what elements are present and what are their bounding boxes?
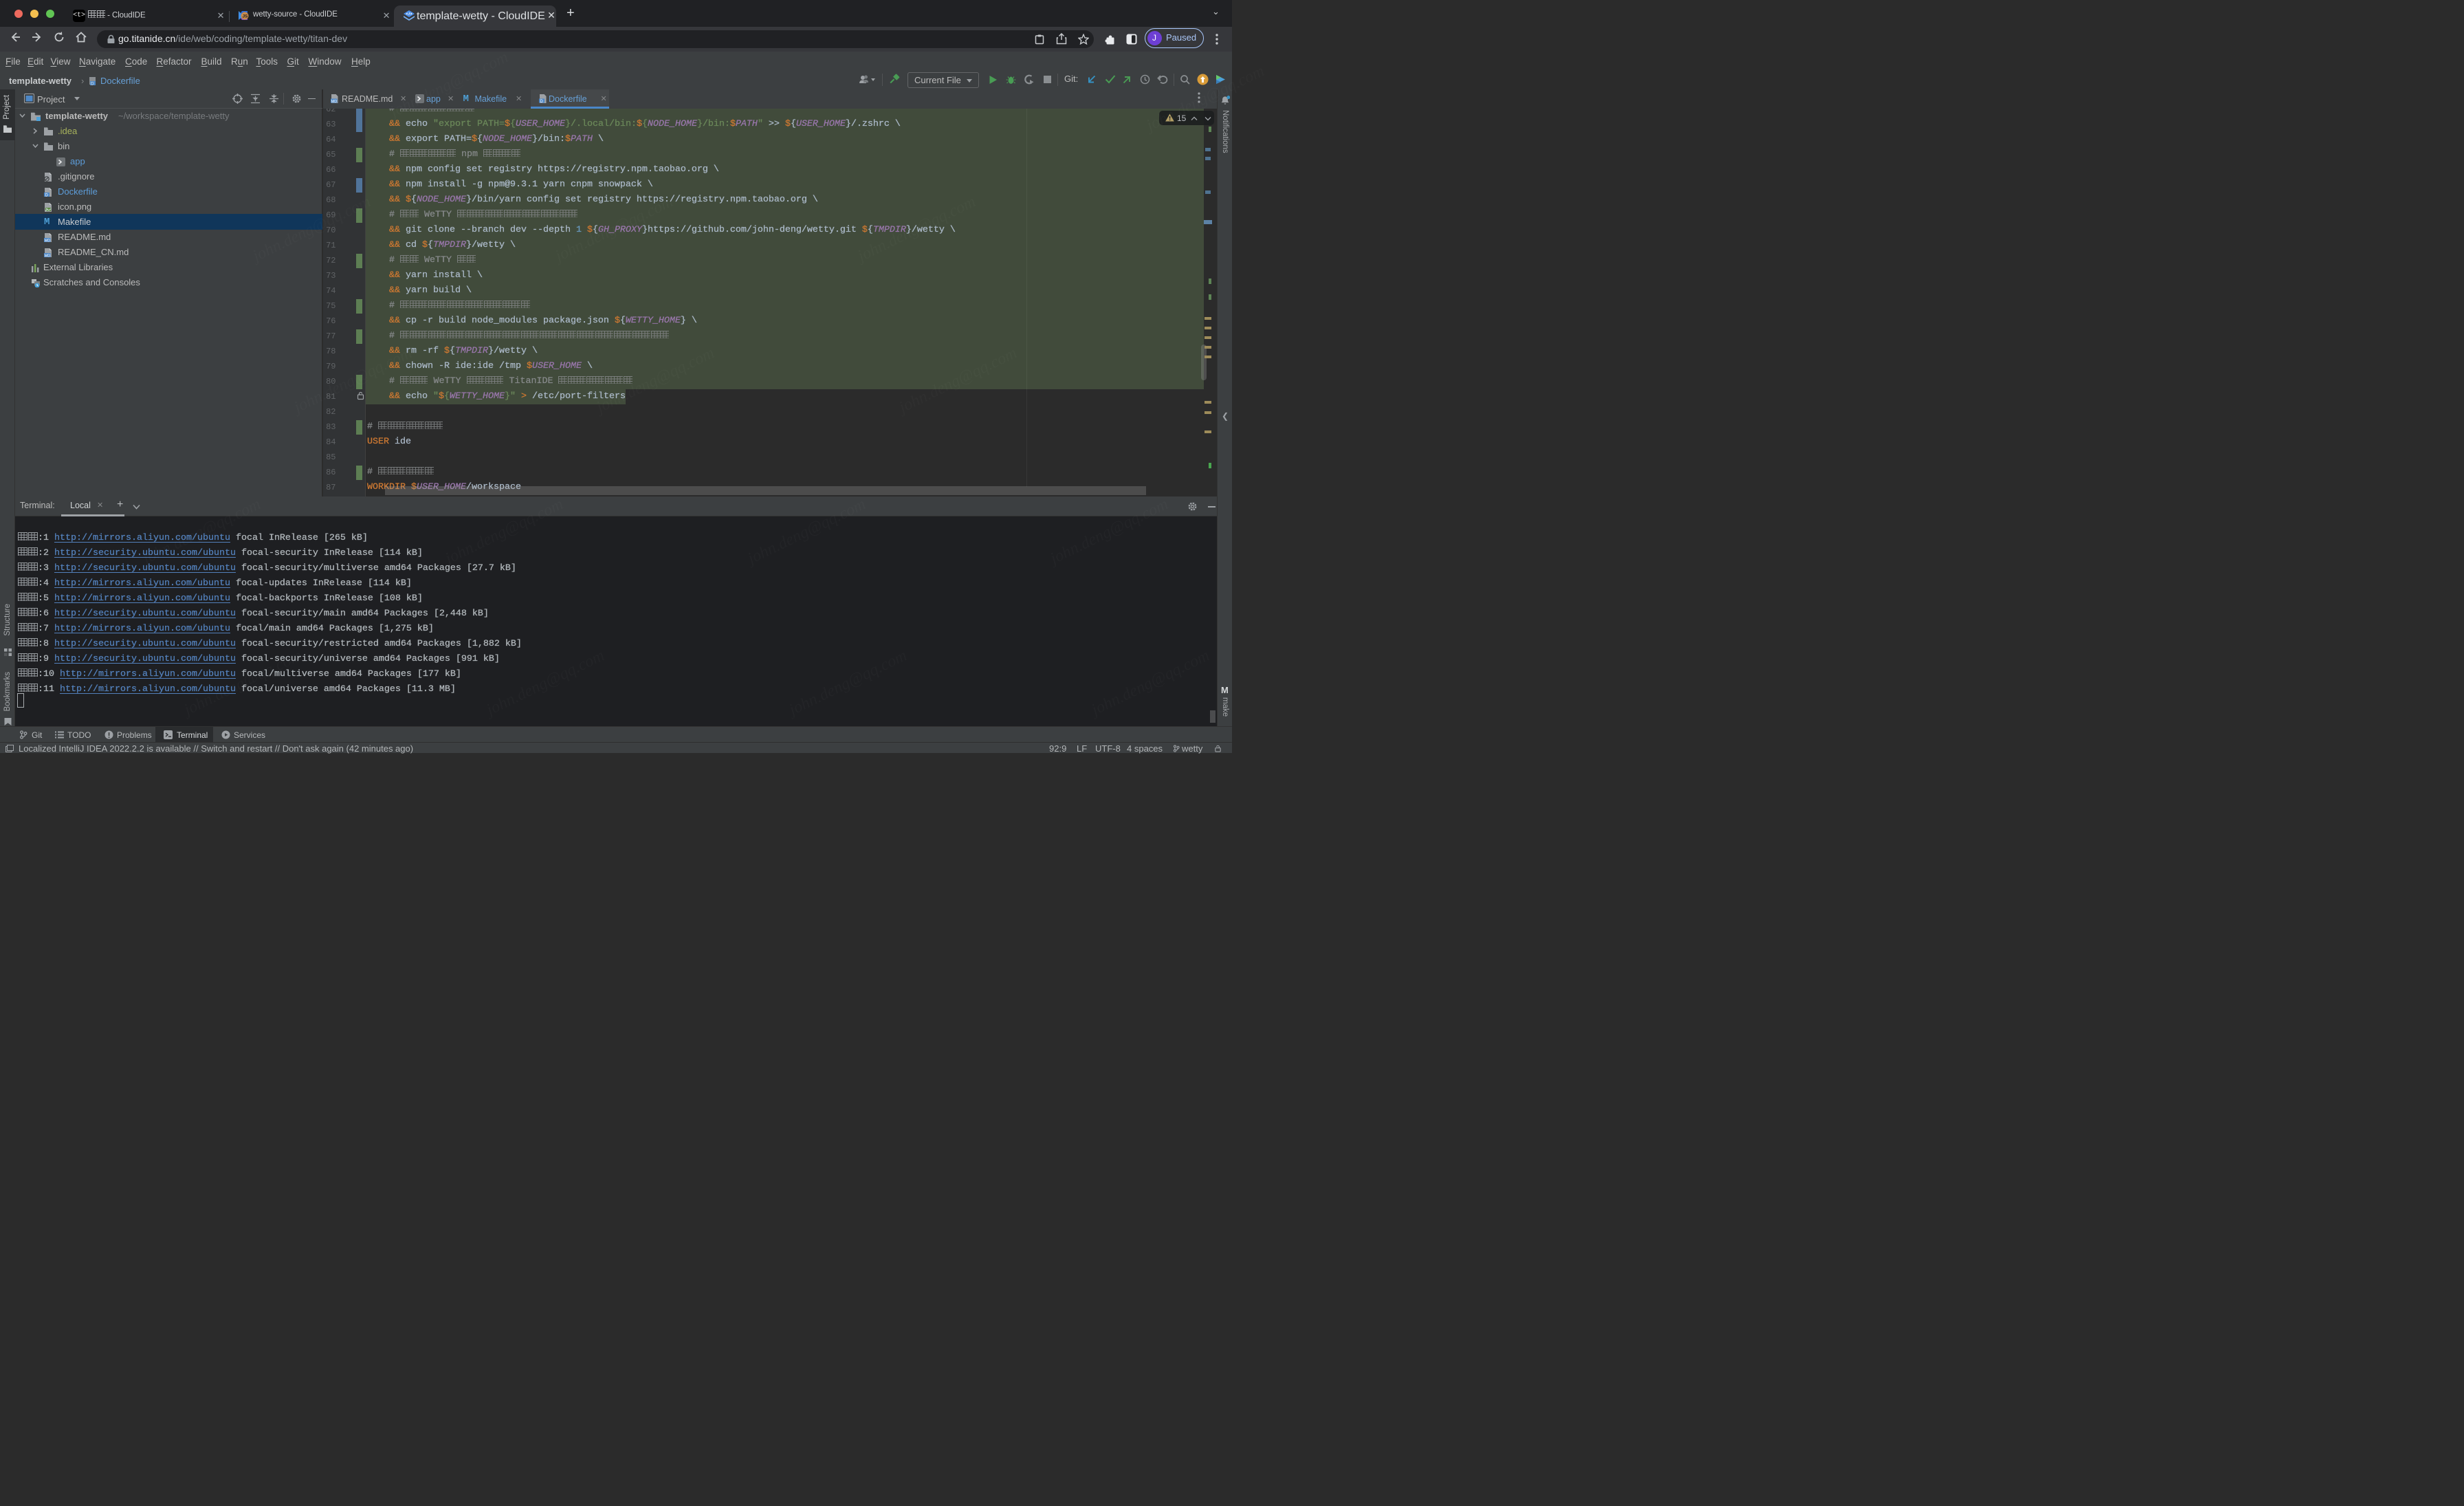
- svg-text:MD: MD: [45, 239, 50, 242]
- svg-text:MD: MD: [331, 100, 337, 103]
- svg-text:D: D: [540, 100, 543, 103]
- svg-text:D: D: [45, 194, 49, 197]
- svg-text:JS: JS: [243, 14, 249, 19]
- svg-text:MD: MD: [45, 254, 50, 257]
- svg-text:D: D: [91, 82, 94, 87]
